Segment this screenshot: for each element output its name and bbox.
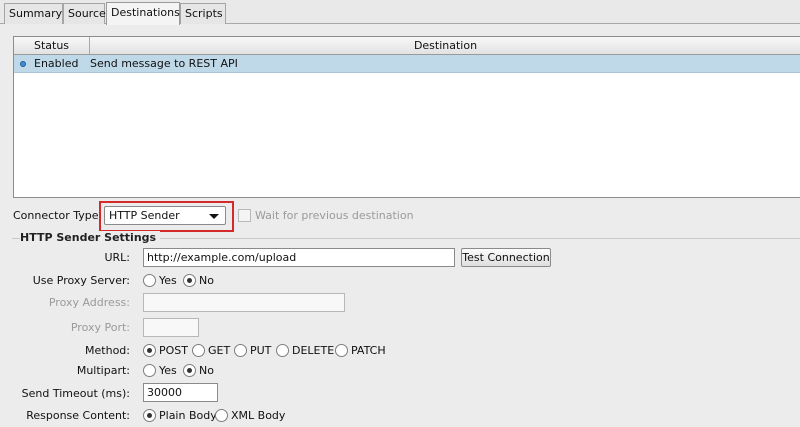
table-header: Status Destination [14,37,800,55]
method-get-label: GET [208,344,231,357]
multipart-yes-label: Yes [159,364,177,377]
tab-summary[interactable]: Summary [4,3,63,24]
proxy-no-label: No [199,274,214,287]
highlight-box [99,201,234,232]
connector-type-label: Connector Type: [13,209,103,222]
tab-source[interactable]: Source [63,3,106,24]
multipart-yes-radio[interactable] [143,364,156,377]
method-delete-label: DELETE [292,344,335,357]
method-delete-radio[interactable] [276,344,289,357]
proxy-no-radio[interactable] [183,274,196,287]
response-xml-body-label: XML Body [231,409,286,422]
wait-previous-label: Wait for previous destination [255,209,414,222]
multipart-no-radio[interactable] [183,364,196,377]
method-put-radio[interactable] [234,344,247,357]
proxy-yes-radio[interactable] [143,274,156,287]
send-timeout-label: Send Timeout (ms): [21,387,130,400]
proxy-address-label: Proxy Address: [48,296,130,309]
proxy-yes-label: Yes [159,274,177,287]
wait-previous-checkbox[interactable] [238,209,251,222]
row-destination: Send message to REST API [90,57,238,70]
column-header-destination[interactable]: Destination [90,37,800,54]
destinations-table: Status Destination Enabled Send message … [13,36,800,198]
send-timeout-input[interactable]: 30000 [143,383,218,402]
method-patch-label: PATCH [351,344,386,357]
multipart-label: Multipart: [76,364,130,377]
tab-destinations[interactable]: Destinations [106,2,180,25]
column-header-status[interactable]: Status [14,37,90,54]
proxy-port-label: Proxy Port: [70,321,130,334]
method-post-label: POST [159,344,188,357]
response-content-label: Response Content: [26,409,130,422]
proxy-label: Use Proxy Server: [32,274,130,287]
method-patch-radio[interactable] [335,344,348,357]
multipart-no-label: No [199,364,214,377]
table-row[interactable]: Enabled Send message to REST API [14,55,800,73]
response-plain-body-radio[interactable] [143,409,156,422]
url-label: URL: [104,251,130,264]
method-post-radio[interactable] [143,344,156,357]
row-status: Enabled [34,57,79,70]
response-xml-body-radio[interactable] [215,409,228,422]
url-input[interactable]: http://example.com/upload [143,248,455,267]
method-label: Method: [85,344,130,357]
tab-scripts[interactable]: Scripts [180,3,226,24]
section-title: HTTP Sender Settings [20,231,161,244]
proxy-address-input[interactable] [143,293,345,312]
tab-bar: Summary Source Destinations Scripts [0,0,800,25]
proxy-port-input[interactable] [143,318,199,337]
status-dot-icon [20,61,26,67]
response-plain-body-label: Plain Body [159,409,217,422]
method-put-label: PUT [250,344,272,357]
method-get-radio[interactable] [192,344,205,357]
test-connection-button[interactable]: Test Connection [461,248,551,267]
